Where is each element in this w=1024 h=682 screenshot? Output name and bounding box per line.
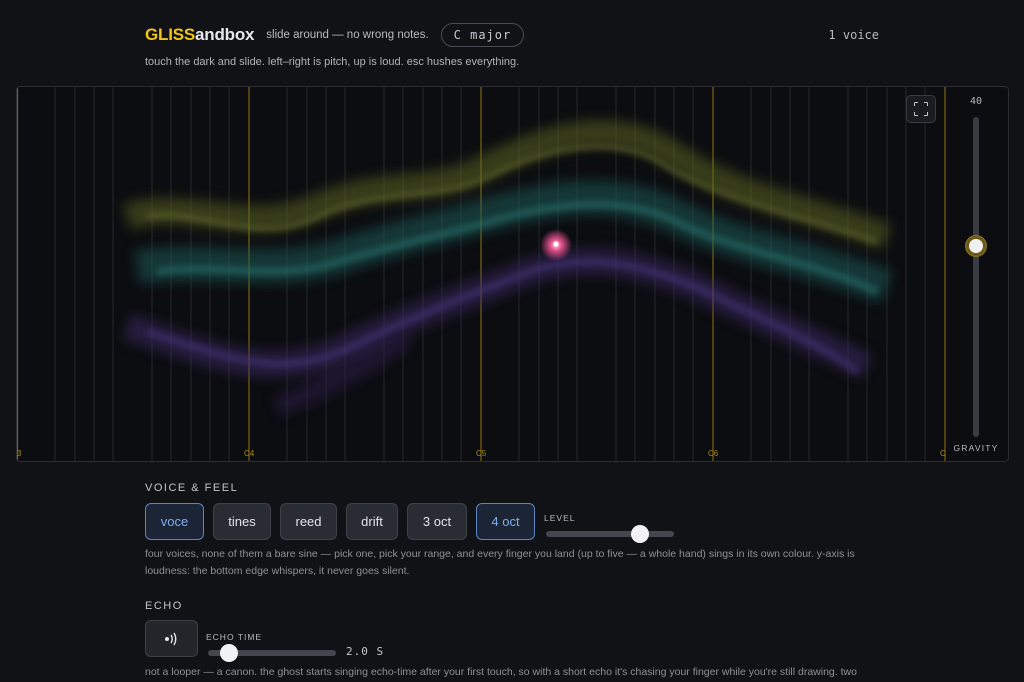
level-control: LEVEL <box>544 503 676 543</box>
fullscreen-icon[interactable] <box>906 95 936 123</box>
echo-time-value: 2.0 s <box>346 645 385 658</box>
tagline: slide around — no wrong notes. <box>266 29 429 41</box>
gravity-slider-track[interactable] <box>973 117 979 437</box>
note-label-c5: C5 <box>476 449 487 458</box>
range-3oct-button[interactable]: 3 oct <box>407 503 467 540</box>
level-slider-track[interactable] <box>546 531 674 537</box>
gravity-value: 40 <box>969 96 983 107</box>
app-header: GLISSandbox slide around — no wrong note… <box>145 22 885 48</box>
echo-time-slider-thumb[interactable] <box>220 644 239 662</box>
voice-reed-button[interactable]: reed <box>280 503 337 540</box>
echo-toggle-button[interactable] <box>145 620 198 657</box>
range-4oct-button[interactable]: 4 oct <box>476 503 535 540</box>
voice-feel-description: four voices, none of them a bare sine — … <box>145 548 855 577</box>
finger-glow <box>540 229 572 261</box>
logo-rest: andbox <box>195 25 255 44</box>
note-label-b3: 3 <box>17 449 22 458</box>
note-label-c4: C4 <box>244 449 255 458</box>
gravity-control: 40 GRAVITY <box>944 87 1008 461</box>
gravity-label: GRAVITY <box>953 443 999 453</box>
gravity-slider-thumb[interactable] <box>966 236 986 256</box>
key-select[interactable]: C major <box>440 23 525 47</box>
voice-button-row: voce tines reed drift 3 oct 4 oct LEVEL <box>145 503 676 543</box>
voice-count: 1 voice <box>828 28 879 42</box>
sound-waves-icon <box>164 632 176 645</box>
echo-time-label: ECHO TIME <box>206 632 263 642</box>
echo-time-control: ECHO TIME 2.0 s <box>206 630 406 664</box>
instructions: touch the dark and slide. left–right is … <box>145 56 520 68</box>
voice-drift-button[interactable]: drift <box>346 503 398 540</box>
play-surface[interactable]: 3 C4 C5 C6 C 40 GRAVITY <box>16 86 1009 462</box>
voice-voce-button[interactable]: voce <box>145 503 204 540</box>
level-slider-thumb[interactable] <box>631 525 649 543</box>
level-label: LEVEL <box>544 513 576 523</box>
voice-feel-heading: VOICE & FEEL <box>145 482 239 494</box>
logo-accent: GLISS <box>145 25 196 44</box>
play-surface-art <box>17 87 946 461</box>
app-logo: GLISSandbox <box>145 25 254 45</box>
echo-description: not a looper — a canon. the ghost starts… <box>145 666 857 678</box>
note-label-c6: C6 <box>708 449 719 458</box>
echo-heading: ECHO <box>145 600 183 612</box>
voice-tines-button[interactable]: tines <box>213 503 271 540</box>
